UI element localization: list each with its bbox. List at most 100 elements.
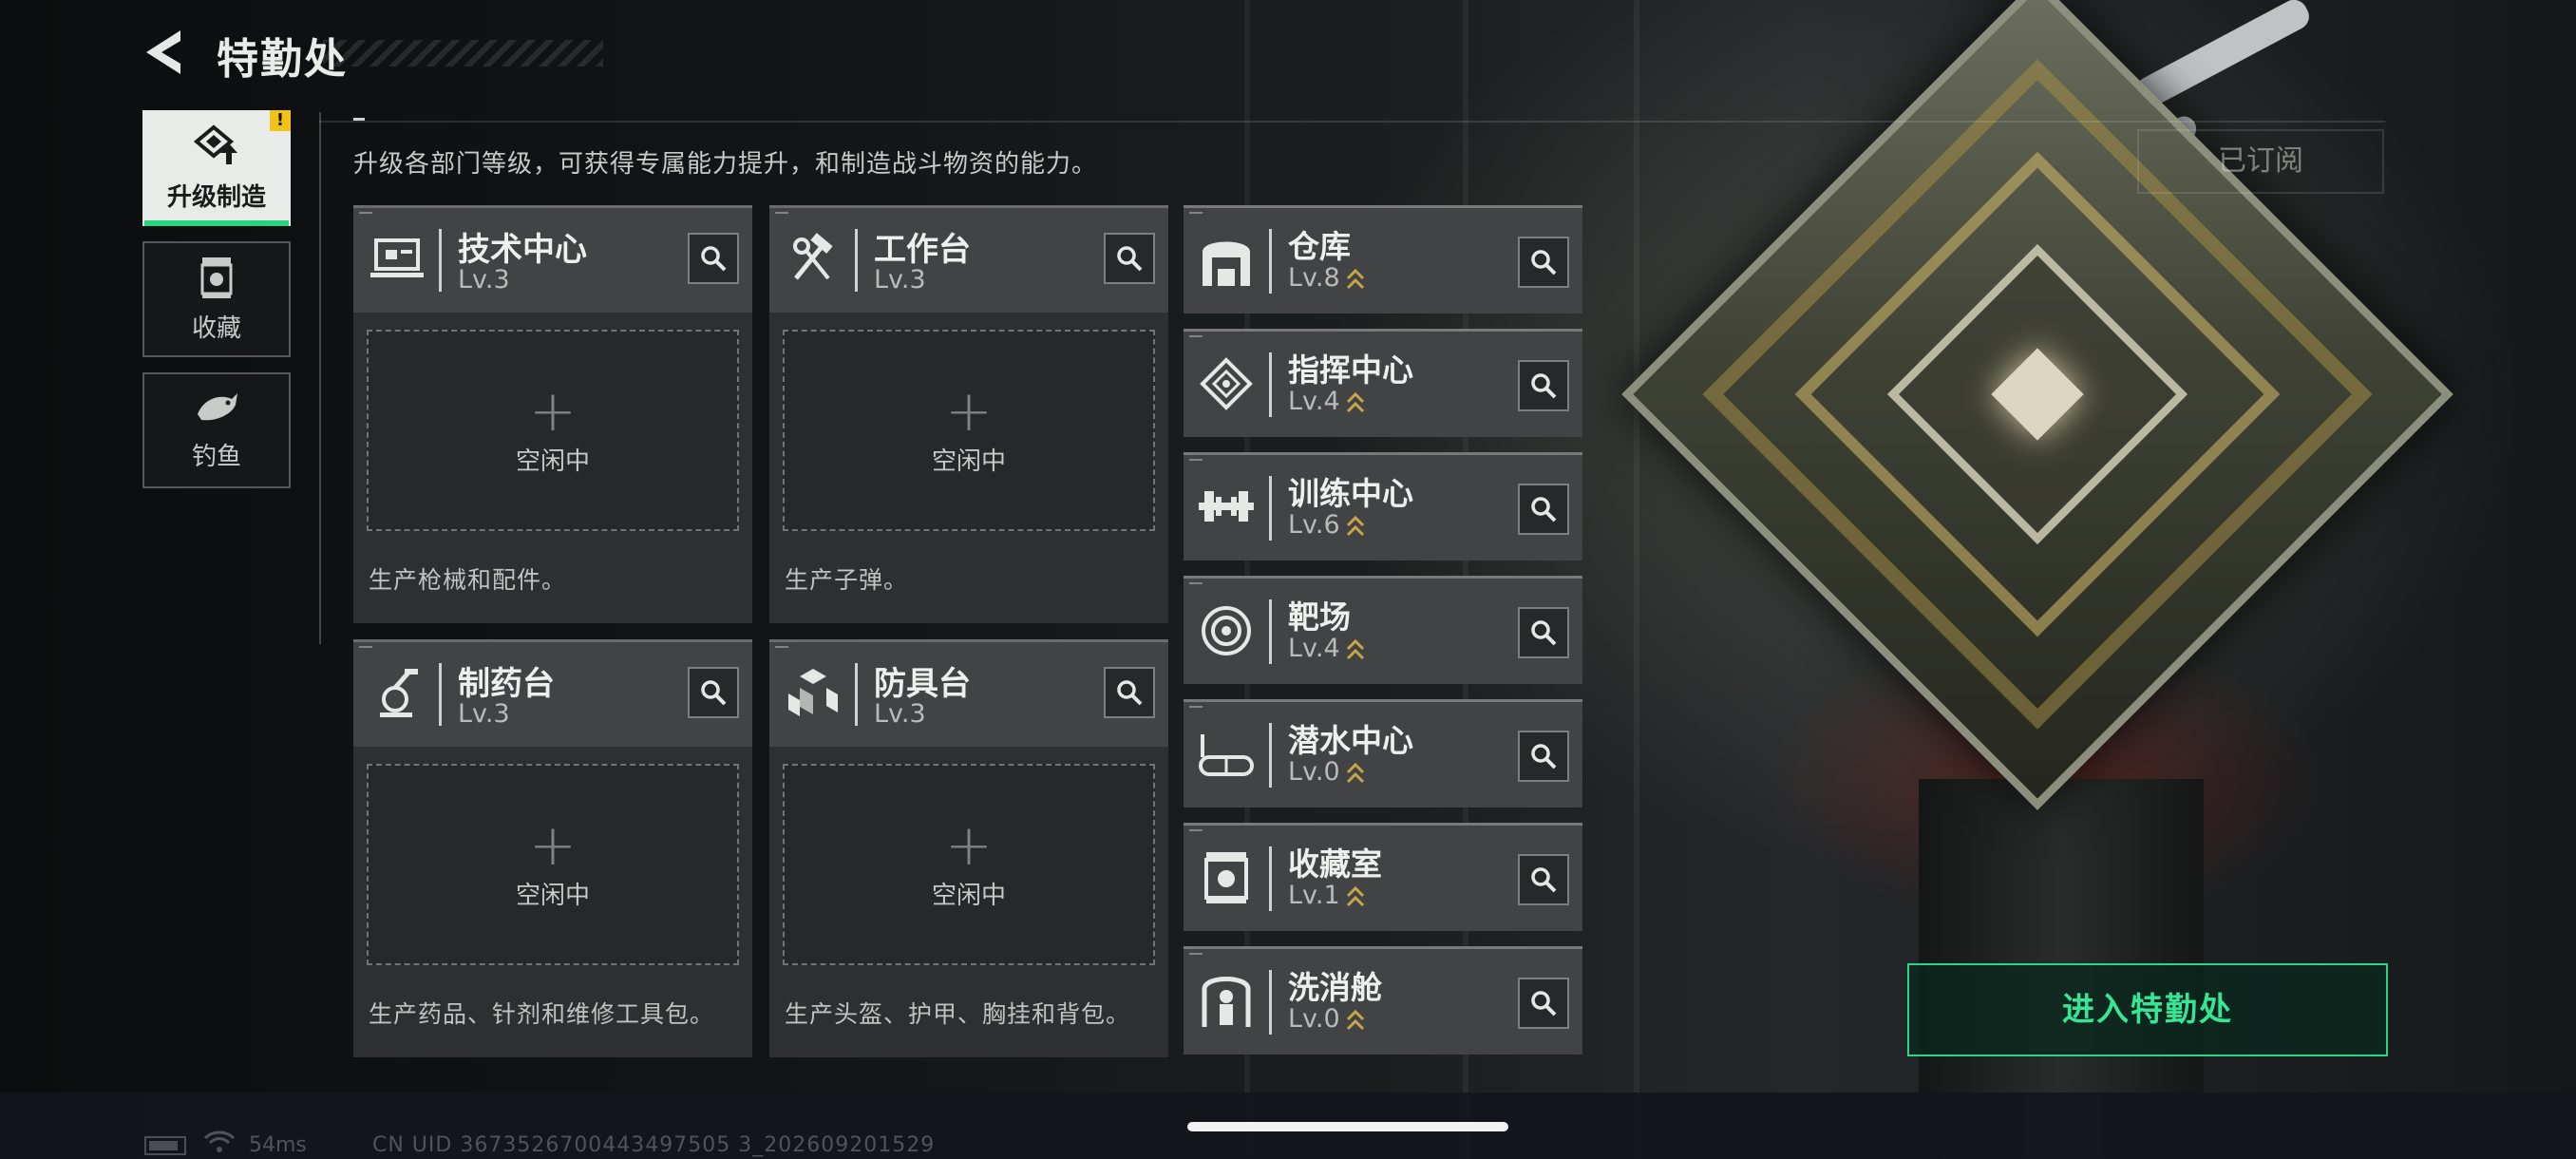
pharmacy-icon xyxy=(380,669,418,717)
search-icon xyxy=(1531,250,1557,276)
magnify-button[interactable] xyxy=(1104,233,1155,284)
tab-collection[interactable]: 收藏 xyxy=(142,241,291,357)
bg-strip xyxy=(1634,0,1639,1159)
magnify-button[interactable] xyxy=(1518,978,1569,1029)
tab-upgrade-craft[interactable]: 升级制造 ! xyxy=(142,110,291,226)
search-icon xyxy=(1531,497,1557,522)
production-description: 生产头盔、护甲、胸挂和背包。 xyxy=(785,1000,1131,1028)
production-slot-empty[interactable]: + 空闲中 xyxy=(367,764,739,965)
facility-level: Lv.3 xyxy=(458,265,510,294)
facility-row-decontamination[interactable]: 洗消舱 Lv.0 xyxy=(1184,946,1582,1054)
facility-level: Lv.0 xyxy=(1288,1004,1365,1034)
search-icon xyxy=(1531,744,1557,770)
upgrade-chevron-icon xyxy=(1346,268,1364,289)
tab-label: 升级制造 xyxy=(166,182,266,212)
facility-level: Lv.0 xyxy=(1288,757,1365,787)
collection-room-icon xyxy=(1204,852,1248,903)
facility-row-command-center[interactable]: 指挥中心 Lv.4 xyxy=(1184,329,1582,437)
slot-status: 空闲中 xyxy=(515,446,590,476)
facility-name: 训练中心 xyxy=(1288,475,1413,512)
search-icon xyxy=(1117,680,1143,706)
upgrade-chevron-icon xyxy=(1346,391,1364,412)
magnify-button[interactable] xyxy=(1518,237,1569,288)
armor-bench-icon xyxy=(788,669,838,716)
diving-center-icon xyxy=(1199,734,1254,776)
upgrade-chevron-icon xyxy=(1346,762,1364,783)
magnify-button[interactable] xyxy=(1518,854,1569,905)
tab-label: 收藏 xyxy=(191,314,241,343)
facility-name: 靶场 xyxy=(1288,598,1351,636)
warehouse-icon xyxy=(1203,241,1250,286)
facility-row-shooting-range[interactable]: 靶场 Lv.4 xyxy=(1184,576,1582,684)
slot-status: 空闲中 xyxy=(931,446,1006,476)
divider-tick xyxy=(353,118,365,121)
search-icon xyxy=(1531,373,1557,399)
facility-level: Lv.4 xyxy=(1288,387,1365,416)
search-icon xyxy=(701,246,727,272)
wifi-icon xyxy=(203,1130,236,1152)
facility-row-training-center[interactable]: 训练中心 Lv.6 xyxy=(1184,452,1582,560)
upgrade-chevron-icon xyxy=(1346,885,1364,906)
command-center-icon xyxy=(1200,357,1253,410)
search-icon xyxy=(1531,991,1557,1016)
search-icon xyxy=(1531,620,1557,646)
home-indicator[interactable] xyxy=(1187,1122,1508,1131)
production-slot-empty[interactable]: + 空闲中 xyxy=(783,330,1155,531)
battery-icon xyxy=(144,1136,186,1155)
facility-level: Lv.1 xyxy=(1288,881,1365,910)
card-header: 防具台 Lv.3 xyxy=(769,642,1168,747)
production-description: 生产药品、针剂和维修工具包。 xyxy=(369,1000,715,1028)
plus-icon: + xyxy=(528,811,578,879)
tech-center-icon xyxy=(370,238,424,277)
back-arrow-icon xyxy=(146,30,180,74)
facility-name: 制药台 xyxy=(458,665,555,703)
card-header: 技术中心 Lv.3 xyxy=(353,208,752,313)
search-icon xyxy=(1117,246,1143,272)
plus-icon: + xyxy=(944,811,994,879)
facility-row-diving-center[interactable]: 潜水中心 Lv.0 xyxy=(1184,699,1582,808)
shooting-range-icon xyxy=(1202,606,1251,656)
title-decoration xyxy=(323,40,603,66)
upgrade-chevron-icon xyxy=(1346,638,1364,659)
production-card-pharmacy: 制药台 Lv.3 + 空闲中 生产药品、针剂和维修工具包。 xyxy=(353,639,752,1057)
section-description: 升级各部门等级，可获得专属能力提升，和制造战斗物资的能力。 xyxy=(353,150,1098,179)
magnify-button[interactable] xyxy=(1518,484,1569,535)
facility-level: Lv.4 xyxy=(1288,634,1365,663)
magnify-button[interactable] xyxy=(1104,667,1155,718)
subscribed-button[interactable]: 已订阅 xyxy=(2137,129,2384,194)
magnify-button[interactable] xyxy=(1518,731,1569,782)
facility-name: 技术中心 xyxy=(458,231,587,269)
enter-special-ops-button[interactable]: 进入特勤处 xyxy=(1907,963,2388,1056)
upgrade-chevron-icon xyxy=(1346,515,1364,536)
production-description: 生产枪械和配件。 xyxy=(369,566,567,594)
slot-status: 空闲中 xyxy=(515,881,590,910)
plus-icon: + xyxy=(528,377,578,445)
divider xyxy=(319,121,2385,123)
production-card-tech-center: 技术中心 Lv.3 + 空闲中 生产枪械和配件。 xyxy=(353,205,752,623)
magnify-button[interactable] xyxy=(1518,360,1569,411)
card-header: 工作台 Lv.3 xyxy=(769,208,1168,313)
facility-level: Lv.3 xyxy=(458,699,510,729)
magnify-button[interactable] xyxy=(1518,607,1569,658)
decontamination-icon xyxy=(1202,977,1251,1027)
back-button[interactable] xyxy=(142,28,186,76)
card-header: 制药台 Lv.3 xyxy=(353,642,752,747)
production-slot-empty[interactable]: + 空闲中 xyxy=(783,764,1155,965)
collection-icon xyxy=(200,256,233,298)
active-indicator xyxy=(144,220,289,226)
production-slot-empty[interactable]: + 空闲中 xyxy=(367,330,739,531)
training-center-icon xyxy=(1199,491,1254,522)
facility-level: Lv.3 xyxy=(874,265,926,294)
facility-row-warehouse[interactable]: 仓库 Lv.8 xyxy=(1184,205,1582,314)
facility-name: 潜水中心 xyxy=(1288,722,1413,759)
production-card-workbench: 工作台 Lv.3 + 空闲中 生产子弹。 xyxy=(769,205,1168,623)
divider xyxy=(319,112,321,644)
search-icon xyxy=(701,680,727,706)
magnify-button[interactable] xyxy=(688,233,739,284)
magnify-button[interactable] xyxy=(688,667,739,718)
alert-badge: ! xyxy=(270,110,291,131)
facility-row-collection-room[interactable]: 收藏室 Lv.1 xyxy=(1184,823,1582,931)
tab-fishing[interactable]: 钓鱼 xyxy=(142,372,291,488)
workbench-icon xyxy=(793,233,833,280)
upgrade-chevron-icon xyxy=(1346,1009,1364,1030)
